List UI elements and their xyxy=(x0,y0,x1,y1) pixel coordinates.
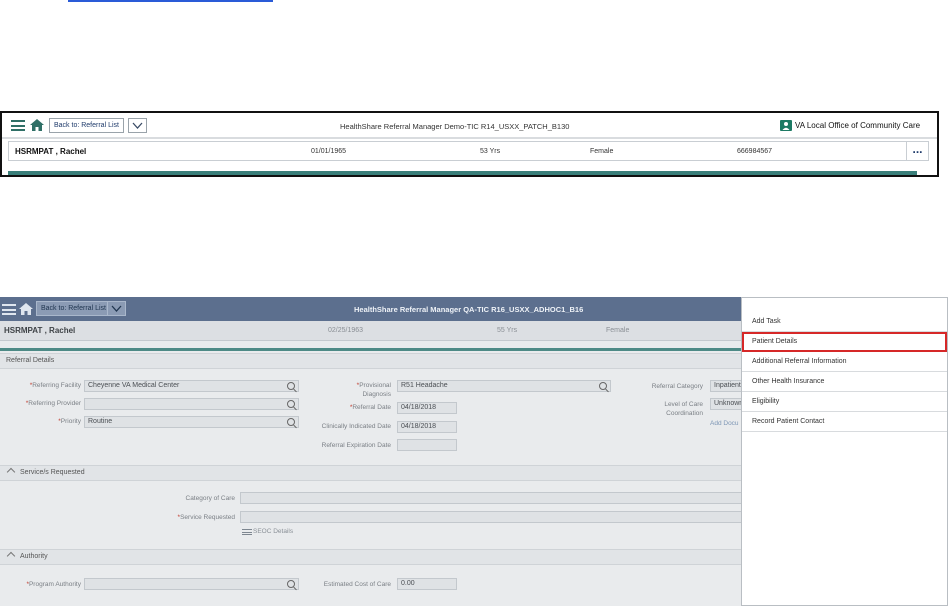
patient-name: HSRMPAT , Rachel xyxy=(4,326,76,335)
section-title: Referral Details xyxy=(6,357,55,364)
navigation-dropdown-button[interactable] xyxy=(128,118,147,133)
patient-dob: 02/25/1963 xyxy=(328,327,364,334)
category-of-care-field[interactable] xyxy=(240,492,741,504)
app-header-bar: Back to: Referral List HealthShare Refer… xyxy=(2,113,937,139)
menu-item-additional-referral-information[interactable]: Additional Referral Information xyxy=(742,352,947,372)
priority-field[interactable]: Routine xyxy=(84,416,299,428)
search-icon[interactable] xyxy=(287,580,295,588)
category-of-care-label: Category of Care xyxy=(185,495,236,502)
search-icon[interactable] xyxy=(287,382,295,390)
teal-divider xyxy=(0,348,741,351)
clinically-indicated-date-label: Clinically Indicated Date xyxy=(321,423,391,430)
search-icon[interactable] xyxy=(287,418,295,426)
office-name: VA Local Office of Community Care xyxy=(795,121,921,130)
chevron-down-icon xyxy=(111,305,122,312)
hamburger-menu-icon[interactable] xyxy=(11,120,25,131)
actions-dropdown-menu: Add Task Patient Details Additional Refe… xyxy=(741,297,948,606)
patient-gender: Female xyxy=(606,327,630,334)
hamburger-menu-icon[interactable] xyxy=(2,304,16,315)
level-of-care-label-line2: Coordination xyxy=(666,410,703,417)
patient-dob: 01/01/1965 xyxy=(311,148,347,155)
menu-item-patient-details[interactable]: Patient Details xyxy=(742,332,947,352)
app-title: HealthShare Referral Manager QA-TIC R16_… xyxy=(354,305,584,314)
app-title: HealthShare Referral Manager Demo-TIC R1… xyxy=(340,122,570,131)
patient-name: HSRMPAT , Rachel xyxy=(15,147,87,156)
list-icon[interactable] xyxy=(242,529,252,537)
app-header-bar-dimmed: Back to: Referral List HealthShare Refer… xyxy=(0,297,741,321)
referral-details-section-header: Referral Details xyxy=(0,353,741,369)
top-link-underline[interactable] xyxy=(68,0,273,2)
program-authority-field[interactable] xyxy=(84,578,299,590)
referral-expiration-date-field[interactable] xyxy=(397,439,457,451)
referring-facility-field[interactable]: Cheyenne VA Medical Center xyxy=(84,380,299,392)
search-icon[interactable] xyxy=(599,382,607,390)
menu-item-record-patient-contact[interactable]: Record Patient Contact xyxy=(742,412,947,432)
referral-expiration-date-label: Referral Expiration Date xyxy=(321,442,391,449)
menu-item-other-health-insurance[interactable]: Other Health Insurance xyxy=(742,372,947,392)
referral-form-screenshot: Back to: Referral List HealthShare Refer… xyxy=(0,297,741,606)
add-documents-link[interactable]: Add Docu xyxy=(710,420,739,427)
authority-section-header[interactable]: Authority xyxy=(0,549,741,565)
collapse-caret-icon[interactable] xyxy=(6,467,16,477)
provisional-diagnosis-label-line2: Diagnosis xyxy=(362,391,391,398)
referring-facility-label: *Referring Facility xyxy=(29,382,81,389)
program-authority-label: *Program Authority xyxy=(26,581,81,588)
home-icon[interactable] xyxy=(19,303,33,315)
patient-gender: Female xyxy=(590,148,614,155)
more-options-button[interactable]: ... xyxy=(906,142,928,160)
referral-category-label: Referral Category xyxy=(651,383,703,390)
patient-age: 53 Yrs xyxy=(480,148,501,155)
level-of-care-label: Level of Care xyxy=(664,401,703,408)
provisional-diagnosis-field[interactable]: R51 Headache xyxy=(397,380,611,392)
home-icon[interactable] xyxy=(30,119,44,131)
services-requested-section-header[interactable]: Service/s Requested xyxy=(0,465,741,481)
back-to-referral-list-button[interactable]: Back to: Referral List xyxy=(36,301,111,316)
patient-age: 55 Yrs xyxy=(497,327,518,334)
menu-item-eligibility[interactable]: Eligibility xyxy=(742,392,947,412)
patient-banner: HSRMPAT , Rachel 01/01/1965 53 Yrs Femal… xyxy=(8,141,929,161)
provisional-diagnosis-label: *Provisional xyxy=(356,382,391,389)
chevron-down-icon xyxy=(132,122,143,129)
patient-id: 666984567 xyxy=(737,148,773,155)
service-requested-label: *Service Requested xyxy=(177,514,235,521)
estimated-cost-field[interactable]: 0.00 xyxy=(397,578,457,590)
navigation-dropdown-button[interactable] xyxy=(107,301,126,316)
referring-provider-label: *Referring Provider xyxy=(25,400,81,407)
patient-banner: HSRMPAT , Rachel 02/25/1963 55 Yrs Femal… xyxy=(0,321,741,341)
referral-header-screenshot: Back to: Referral List HealthShare Refer… xyxy=(0,111,939,177)
clinically-indicated-date-field[interactable]: 04/18/2018 xyxy=(397,421,457,433)
teal-divider xyxy=(8,171,917,175)
seoc-details-link[interactable]: SEOC Details xyxy=(253,528,293,535)
menu-item-add-task[interactable]: Add Task xyxy=(742,312,947,332)
section-title: Service/s Requested xyxy=(20,469,85,476)
estimated-cost-label: Estimated Cost of Care xyxy=(323,581,391,588)
priority-label: *Priority xyxy=(58,418,81,425)
search-icon[interactable] xyxy=(287,400,295,408)
referral-date-label: *Referral Date xyxy=(349,404,391,411)
section-title: Authority xyxy=(20,553,48,560)
back-to-referral-list-button[interactable]: Back to: Referral List xyxy=(49,118,124,133)
referring-provider-field[interactable] xyxy=(84,398,299,410)
referral-date-field[interactable]: 04/18/2018 xyxy=(397,402,457,414)
referral-category-field[interactable]: Inpatient xyxy=(710,380,741,392)
user-badge-icon xyxy=(780,120,792,131)
level-of-care-field[interactable]: Unknown xyxy=(710,398,741,410)
service-requested-field[interactable] xyxy=(240,511,741,523)
collapse-caret-icon[interactable] xyxy=(6,551,16,561)
